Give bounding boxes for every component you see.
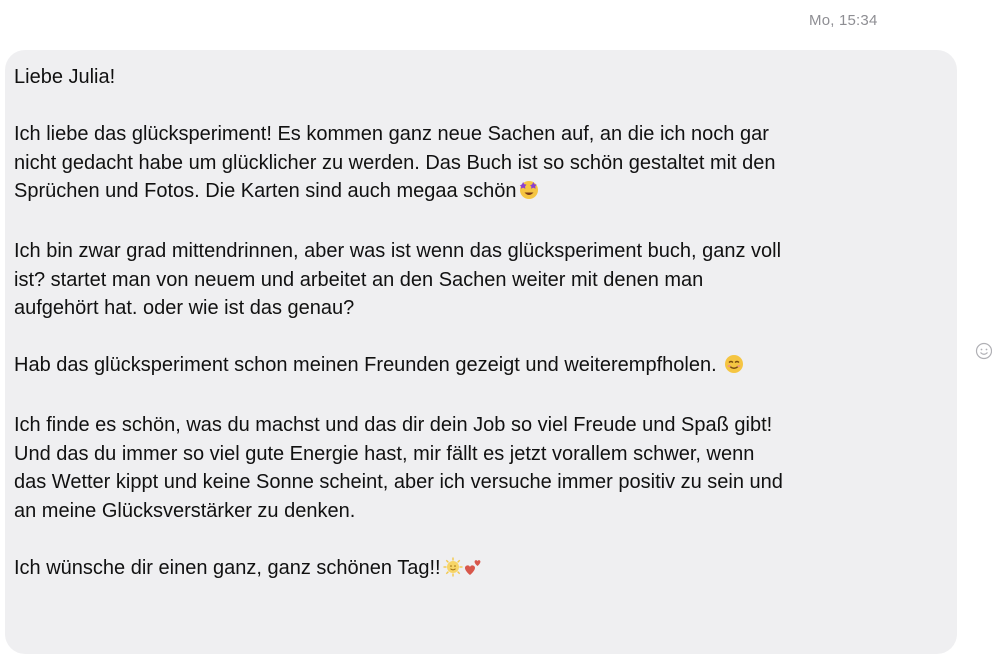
message-line: das Wetter kippt und keine Sonne scheint… bbox=[14, 471, 783, 493]
message-line-text: Ich wünsche dir einen ganz, ganz schönen… bbox=[14, 556, 441, 579]
message-line: Ich liebe das glücksperiment! Es kommen … bbox=[14, 123, 769, 145]
star-struck-emoji bbox=[519, 180, 539, 209]
message-paragraph: Ich finde es schön, was du machst und da… bbox=[14, 411, 957, 525]
message-line: Ich finde es schön, was du machst und da… bbox=[14, 414, 773, 436]
message-line: Hab das glücksperiment schon meinen Freu… bbox=[14, 351, 957, 383]
message-line: Und das du immer so viel gute Energie ha… bbox=[14, 442, 755, 465]
message-line-text: Sprüchen und Fotos. Die Karten sind auch… bbox=[14, 180, 517, 202]
message-line: aufgehört hat. oder wie ist das genau? bbox=[14, 297, 355, 319]
message-paragraph: Ich wünsche dir einen ganz, ganz schönen… bbox=[14, 554, 957, 586]
message-timestamp: Mo, 15:34 bbox=[809, 12, 878, 29]
message-bubble[interactable]: Liebe Julia! Ich liebe das glücksperimen… bbox=[5, 50, 957, 654]
message-paragraph: Liebe Julia! bbox=[14, 63, 957, 92]
message-paragraph: Ich liebe das glücksperiment! Es kommen … bbox=[14, 120, 957, 209]
smiley-react-icon[interactable] bbox=[975, 342, 992, 360]
message-line: Ich wünsche dir einen ganz, ganz schönen… bbox=[14, 554, 957, 586]
message-line: Sprüchen und Fotos. Die Karten sind auch… bbox=[14, 177, 957, 209]
sun-with-face-emoji bbox=[443, 557, 463, 586]
message-line: an meine Glücksverstärker zu denken. bbox=[14, 499, 356, 522]
message-line: nicht gedacht habe um glücklicher zu wer… bbox=[14, 151, 776, 174]
smiling-face-emoji bbox=[724, 354, 744, 383]
message-paragraph: Hab das glücksperiment schon meinen Freu… bbox=[14, 351, 957, 383]
message-line: Ich bin zwar grad mittendrinnen, aber wa… bbox=[14, 240, 782, 262]
message-paragraph: Ich bin zwar grad mittendrinnen, aber wa… bbox=[14, 237, 957, 323]
message-line: ist? startet man von neuem und arbeitet … bbox=[14, 268, 704, 291]
two-hearts-emoji bbox=[463, 557, 483, 586]
chat-window: Mo, 15:34 Liebe Julia! Ich liebe das glü… bbox=[0, 0, 992, 664]
message-line-text: Hab das glücksperiment schon meinen Freu… bbox=[14, 354, 723, 376]
message-line: Liebe Julia! bbox=[14, 66, 116, 88]
